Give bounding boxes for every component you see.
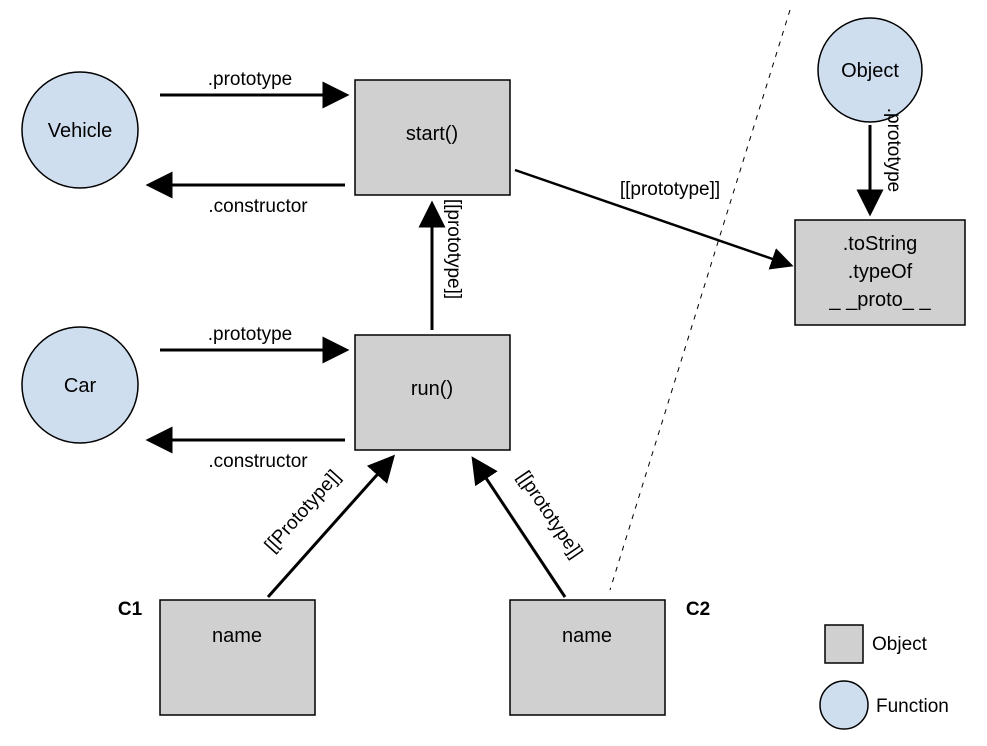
legend-function-swatch	[820, 681, 868, 729]
edge-object-prototype-label: .prototype	[883, 108, 904, 193]
c2-box-label: name	[562, 625, 612, 647]
c1-tag: C1	[118, 599, 143, 620]
start-box-label: start()	[406, 123, 458, 145]
edge-vehicle-prototype-label: .prototype	[208, 69, 293, 90]
vehicle-label: Vehicle	[48, 120, 113, 142]
edge-run-to-start-label: [[prototype]]	[443, 199, 464, 299]
legend-function-label: Function	[876, 696, 949, 717]
run-box: run()	[355, 335, 510, 450]
objproto-line1: .toString	[843, 233, 917, 255]
c1-box-label: name	[212, 625, 262, 647]
objproto-line3: _ _proto_ _	[828, 289, 931, 311]
legend-object-label: Object	[872, 634, 928, 655]
divider-line	[610, 10, 790, 590]
c2-box: name C2	[510, 599, 710, 715]
start-box: start()	[355, 80, 510, 195]
legend-object-swatch	[825, 625, 863, 663]
c1-box: name C1	[118, 599, 315, 715]
run-box-label: run()	[411, 378, 453, 400]
c2-tag: C2	[686, 599, 710, 620]
edge-run-constructor-label: .constructor	[208, 451, 308, 472]
object-node: Object	[818, 18, 922, 122]
edge-car-prototype-label: .prototype	[208, 324, 293, 345]
objproto-line2: .typeOf	[848, 261, 913, 283]
edge-c2-to-run-label: [[prototype]]	[513, 467, 587, 562]
objproto-box: .toString .typeOf _ _proto_ _	[795, 220, 965, 325]
edge-c1-to-run-label: [[Prototype]]	[261, 466, 345, 556]
car-label: Car	[64, 375, 97, 397]
legend: Object Function	[820, 625, 949, 729]
car-node: Car	[22, 327, 138, 443]
vehicle-node: Vehicle	[22, 72, 138, 188]
edge-start-constructor-label: .constructor	[208, 196, 308, 217]
edge-start-to-objproto-label: [[prototype]]	[620, 179, 720, 200]
prototype-diagram: Vehicle Car Object start() run() .toStri…	[0, 0, 987, 746]
object-label: Object	[841, 60, 899, 82]
